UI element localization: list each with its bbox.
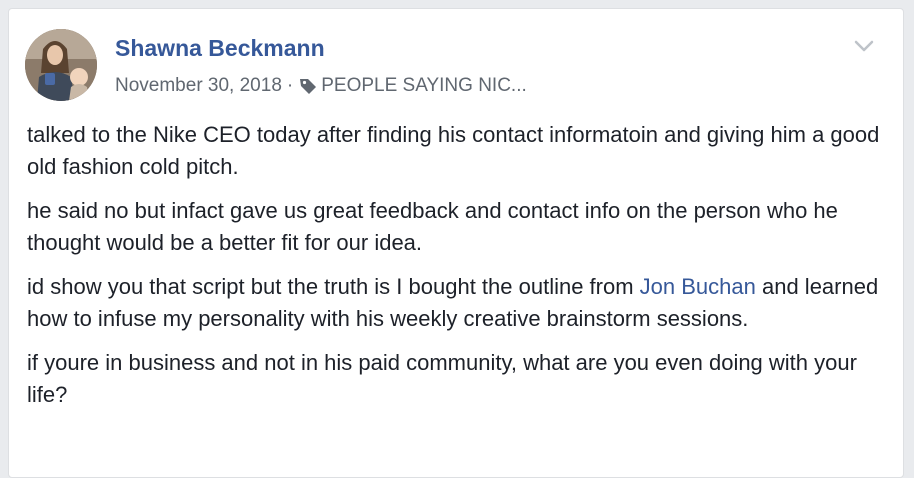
chevron-down-icon[interactable]	[853, 39, 875, 53]
avatar[interactable]	[25, 29, 97, 101]
post-paragraph: if youre in business and not in his paid…	[27, 350, 857, 407]
post-paragraph: id show you that script but the truth is…	[27, 271, 887, 335]
post-tag[interactable]: PEOPLE SAYING NIC...	[321, 75, 527, 97]
post-date[interactable]: November 30, 2018	[115, 75, 282, 97]
meta-separator: ·	[286, 75, 294, 96]
post-paragraph: he said no but infact gave us great feed…	[27, 198, 838, 255]
paragraph-text: id show you that script but the truth is…	[27, 274, 640, 299]
post-card: Shawna Beckmann November 30, 2018 · PEOP…	[8, 8, 904, 478]
post-meta: November 30, 2018 · PEOPLE SAYING NIC...	[115, 75, 527, 97]
tag-icon	[300, 79, 317, 94]
post-body: talked to the Nike CEO today after findi…	[27, 119, 887, 423]
mention-link[interactable]: Jon Buchan	[640, 274, 756, 299]
post-header: Shawna Beckmann November 30, 2018 · PEOP…	[25, 29, 885, 101]
author-name[interactable]: Shawna Beckmann	[115, 35, 325, 62]
avatar-photo	[25, 29, 97, 101]
post-paragraph: talked to the Nike CEO today after findi…	[27, 122, 880, 179]
